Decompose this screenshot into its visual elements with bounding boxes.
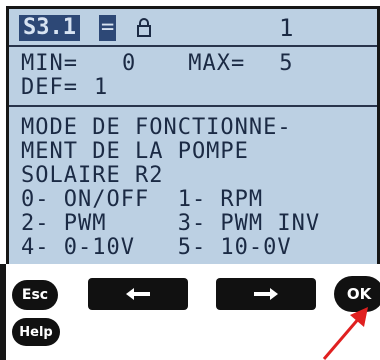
lcd-screen: S3.1 = 1 MIN= 0 MAX= 5 DEF= 1 MODE DE FONCTI… — [6, 6, 380, 264]
help-button[interactable]: Help — [12, 318, 60, 346]
option-line: 4- 0-10V 5- 10-0V — [21, 235, 292, 260]
default-row: DEF= 1 — [21, 77, 377, 99]
max-label: MAX= — [188, 51, 246, 76]
option-line: 0- ON/OFF 1- RPM — [21, 187, 264, 212]
lock-icon — [137, 18, 151, 37]
pointer-arrow-icon — [322, 307, 368, 360]
parameter-value: 1 — [279, 14, 294, 42]
max-value: 5 — [279, 51, 294, 76]
def-label: DEF= — [21, 75, 78, 100]
min-value: 0 — [121, 51, 137, 76]
def-value: 1 — [93, 75, 109, 100]
parameter-id: S3.1 — [19, 15, 80, 41]
right-arrow-button[interactable] — [216, 278, 316, 310]
divider — [9, 45, 377, 47]
arrow-left-icon — [126, 288, 150, 300]
description-line: SOLAIRE R2 — [21, 163, 164, 188]
equals-sign: = — [99, 15, 117, 41]
arrow-right-icon — [254, 288, 278, 300]
min-max-row: MIN= 0 MAX= 5 — [21, 53, 377, 75]
min-label: MIN= — [21, 51, 78, 76]
divider — [9, 105, 377, 107]
esc-button[interactable]: Esc — [12, 280, 58, 310]
option-line: 2- PWM 3- PWM INV — [21, 211, 321, 236]
description-line: MODE DE FONCTIONNE- — [21, 115, 292, 140]
description-line: MENT DE LA POMPE — [21, 139, 249, 164]
left-arrow-button[interactable] — [88, 278, 188, 310]
